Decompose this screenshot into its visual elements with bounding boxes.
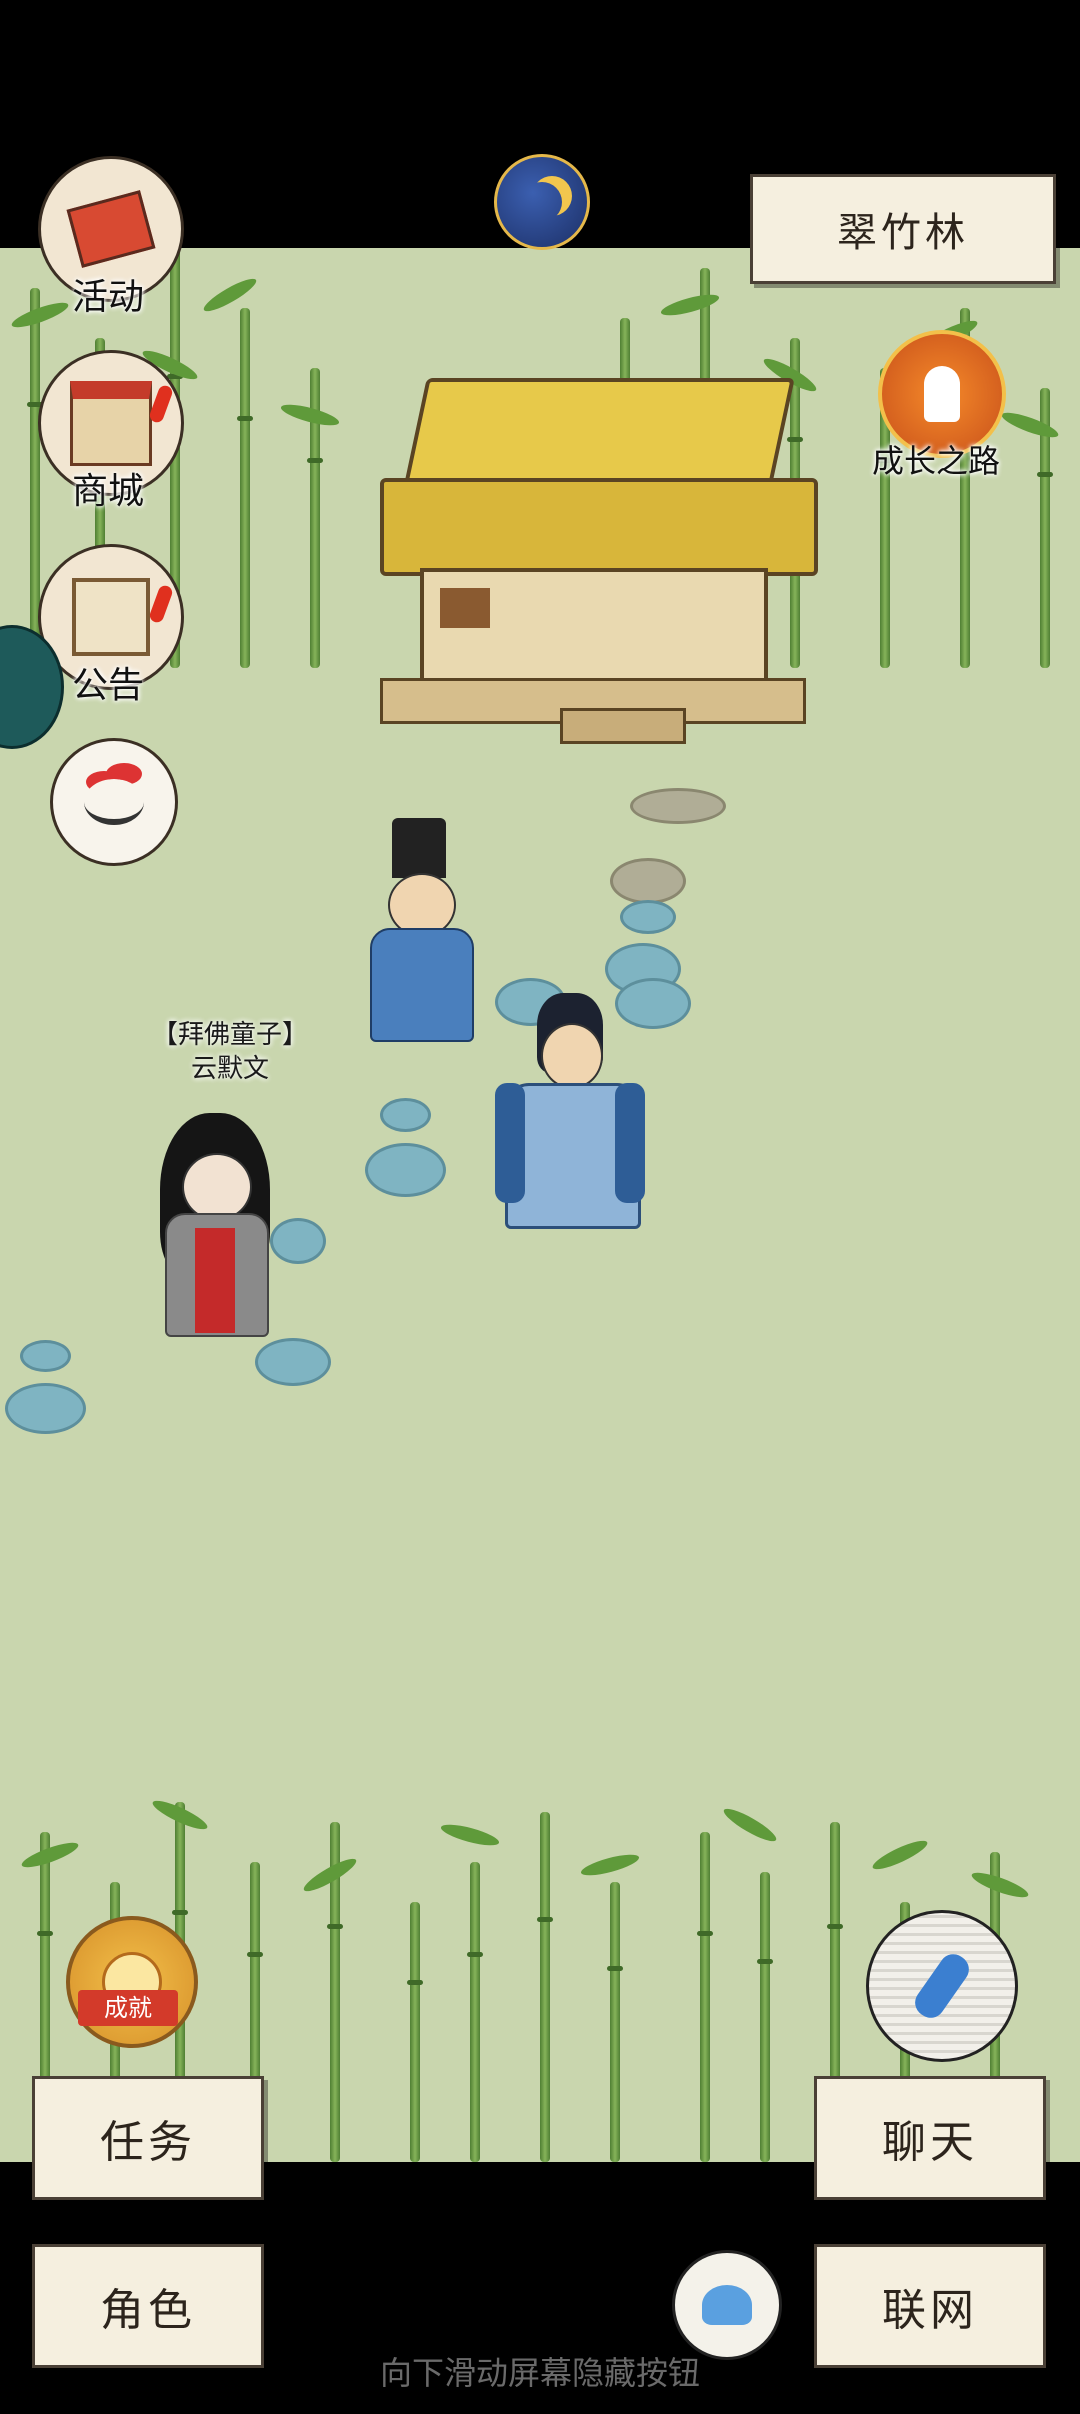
bamboo-grove-bottom: [0, 1548, 1080, 2162]
npc-name: 云默文: [190, 1054, 269, 1084]
chat-button[interactable]: 聊天: [814, 2076, 1046, 2200]
shop-stall-icon: [70, 380, 152, 466]
npc-name-label: 【拜佛童子】 云默文: [130, 1018, 330, 1086]
meditation-button[interactable]: [672, 2250, 782, 2360]
meditating-figure-icon: [702, 2285, 752, 2325]
notice-board-icon: [72, 578, 150, 656]
growth-path-label: 成长之路: [871, 442, 1000, 480]
character-npc-yunmowen[interactable]: [140, 1103, 290, 1343]
npc-title: 【拜佛童子】: [151, 1020, 308, 1050]
achievement-button[interactable]: [66, 1916, 198, 2048]
character-official[interactable]: [360, 818, 480, 1043]
plum-blossom-icon: [84, 779, 144, 825]
run-button[interactable]: [866, 1910, 1018, 2062]
character-player[interactable]: [495, 983, 645, 1233]
activity-label: 活动: [71, 277, 144, 318]
game-scene[interactable]: 【拜佛童子】 云默文: [0, 248, 1080, 2162]
moon-icon: [522, 182, 562, 222]
plum-blossom-button[interactable]: [50, 738, 178, 866]
hide-buttons-hint: 向下滑动屏幕隐藏按钮: [379, 2354, 700, 2392]
running-figure-icon: [909, 1948, 975, 2024]
person-raising-arms-icon: [924, 366, 960, 422]
flag-icon: [66, 190, 156, 268]
thatched-hut[interactable]: [380, 378, 820, 744]
achievement-label: 成就: [78, 1990, 178, 2026]
location-name: 翠竹林: [750, 174, 1056, 284]
day-night-icon[interactable]: [494, 154, 590, 250]
task-button[interactable]: 任务: [32, 2076, 264, 2200]
shop-label: 商城: [71, 471, 144, 512]
